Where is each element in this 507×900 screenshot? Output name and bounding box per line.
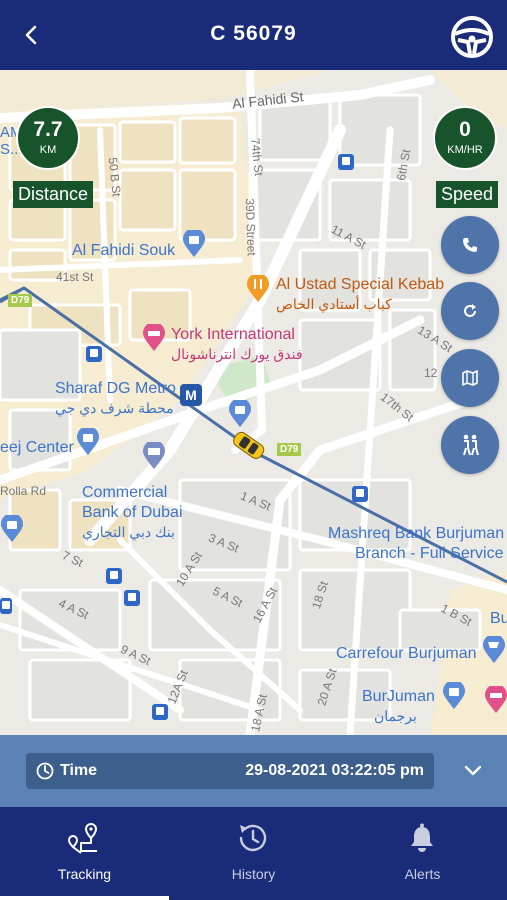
poi-label: بنك دبي التجاري	[82, 524, 175, 540]
bus-stop-icon	[338, 154, 354, 170]
time-bar: Time 29-08-2021 03:22:05 pm	[0, 735, 507, 807]
poi-label[interactable]: eej Center	[0, 439, 74, 457]
distance-value: 7.7	[33, 118, 63, 141]
bell-icon	[411, 823, 433, 852]
time-value: 29-08-2021 03:22:05 pm	[245, 762, 424, 779]
poi-label[interactable]: Al Ustad Special Kebab	[276, 276, 444, 294]
phone-icon	[463, 238, 477, 252]
tab-alerts[interactable]: Alerts	[338, 807, 507, 900]
speed-unit: KM/HR	[447, 144, 483, 156]
restaurant-icon[interactable]	[246, 275, 270, 303]
tab-tracking[interactable]: Tracking	[0, 807, 169, 900]
tab-label: Alerts	[404, 866, 441, 882]
road-shield: D79	[8, 294, 33, 307]
street-view-button[interactable]	[441, 416, 499, 474]
tracking-route-icon	[67, 822, 98, 854]
speed-value: 0	[459, 118, 471, 141]
street-label: 12	[424, 366, 438, 380]
shopping-cart-icon[interactable]	[482, 636, 506, 664]
distance-unit: KM	[39, 144, 57, 156]
app-header: C 56079	[0, 0, 507, 70]
map-view[interactable]: Al Fahidi St 74th St 6th St 50 B St 39D …	[0, 70, 507, 735]
vehicle-car-icon[interactable]	[228, 428, 270, 462]
poi-label: فندق يورك انترناشونال	[171, 346, 303, 362]
bus-stop-icon	[0, 598, 12, 614]
poi-label: كباب أستادي الخاص	[276, 296, 392, 312]
distance-badge: 7.7 KM	[16, 106, 80, 170]
tab-history[interactable]: History	[169, 807, 338, 900]
poi-label[interactable]: Commercial	[82, 484, 167, 502]
hotel-icon[interactable]	[484, 686, 507, 714]
history-clock-icon	[239, 824, 267, 852]
shopping-bag-icon[interactable]	[76, 428, 100, 456]
poi-label: محطة شرف دي جي	[55, 400, 174, 416]
map-type-button[interactable]	[441, 349, 499, 407]
speed-label: Speed	[436, 181, 499, 208]
refresh-icon	[464, 304, 476, 317]
poi-label: Branch - Full Service	[355, 545, 504, 562]
shopping-bag-icon[interactable]	[228, 400, 252, 428]
street-label: 39D Street	[242, 198, 259, 256]
street-label: Rolla Rd	[0, 484, 47, 498]
bus-stop-icon	[86, 346, 102, 362]
bank-icon[interactable]	[142, 442, 166, 470]
walking-people-icon	[463, 434, 479, 456]
chevron-down-icon[interactable]	[462, 761, 484, 781]
refresh-button[interactable]	[441, 282, 499, 340]
tab-label: Tracking	[57, 866, 112, 882]
active-tab-indicator	[0, 896, 169, 900]
bus-stop-icon	[124, 590, 140, 606]
distance-label: Distance	[13, 181, 94, 208]
time-label: Time	[60, 762, 98, 779]
poi-label: Bank of Dubai	[82, 504, 183, 521]
street-label: 41st St	[56, 270, 94, 284]
svg-text:M: M	[185, 387, 197, 403]
bus-stop-icon	[106, 568, 122, 584]
poi-label[interactable]: Al Fahidi Souk	[72, 242, 175, 260]
clock-icon	[36, 762, 54, 780]
tab-label: History	[231, 866, 276, 882]
time-display: Time 29-08-2021 03:22:05 pm	[26, 753, 434, 789]
bus-stop-icon	[152, 704, 168, 720]
metro-icon[interactable]: M	[180, 384, 202, 406]
poi-label[interactable]: BurJuman	[362, 688, 435, 706]
poi-label: Bu	[490, 610, 507, 627]
poi-label[interactable]: York International	[171, 326, 295, 344]
poi-label[interactable]: Sharaf DG Metro	[55, 380, 176, 398]
poi-label: برجمان	[374, 708, 417, 724]
shopping-bag-icon[interactable]	[0, 515, 24, 543]
page-title: C 56079	[210, 22, 297, 45]
poi-label[interactable]: Carrefour Burjuman	[336, 645, 477, 663]
call-button[interactable]	[441, 216, 499, 274]
bottom-tab-bar: Tracking History Alerts	[0, 807, 507, 900]
hotel-icon[interactable]	[142, 324, 166, 352]
poi-label[interactable]: Mashreq Bank Burjuman	[328, 525, 504, 543]
shopping-bag-icon[interactable]	[182, 230, 206, 258]
bus-stop-icon	[352, 486, 368, 502]
shopping-bag-icon[interactable]	[442, 682, 466, 710]
map-icon	[462, 370, 478, 386]
steering-wheel-icon[interactable]	[449, 14, 495, 60]
road-shield: D79	[277, 443, 302, 456]
speed-badge: 0 KM/HR	[433, 106, 497, 170]
